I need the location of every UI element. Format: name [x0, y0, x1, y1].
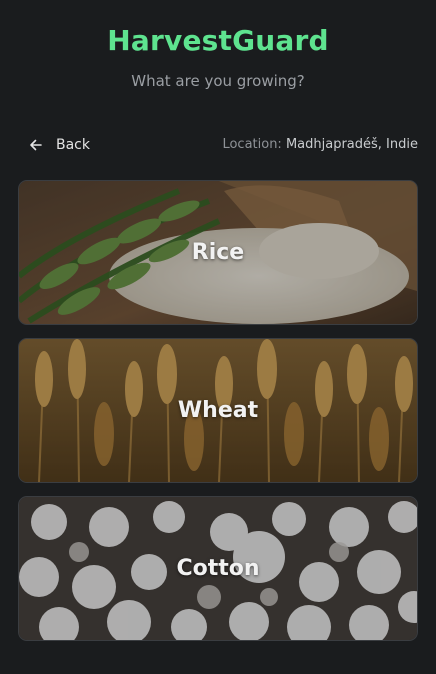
- crop-label-rice: Rice: [191, 240, 245, 265]
- crop-card-wheat[interactable]: Wheat: [18, 338, 418, 483]
- back-label: Back: [56, 137, 90, 153]
- location-prefix: Location:: [222, 137, 286, 152]
- crop-card-rice[interactable]: Rice: [18, 180, 418, 325]
- app-title: HarvestGuard: [107, 24, 329, 57]
- page-subtitle: What are you growing?: [131, 72, 305, 90]
- crop-card-cotton[interactable]: Cotton: [18, 496, 418, 641]
- location-value: Madhjapradéš, Indie: [285, 137, 418, 152]
- crop-label-cotton: Cotton: [176, 556, 260, 581]
- back-button[interactable]: Back: [28, 134, 90, 156]
- location-display: Location: Madhjapradéš, Indie: [222, 137, 418, 152]
- crop-label-wheat: Wheat: [177, 398, 259, 423]
- arrow-left-icon: [28, 137, 44, 153]
